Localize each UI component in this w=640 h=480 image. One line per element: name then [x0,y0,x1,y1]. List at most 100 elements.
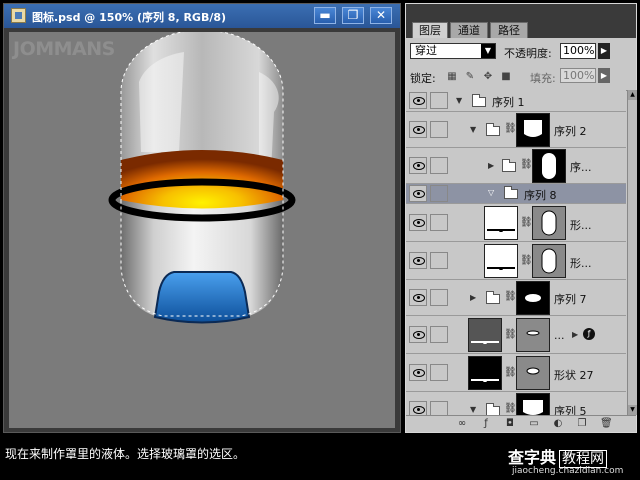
eye-icon[interactable] [409,157,427,174]
layer-row[interactable]: ▶ ⛓ 序... [406,148,626,184]
vector-mask-thumbnail[interactable] [516,356,550,390]
vector-mask-thumbnail[interactable] [516,318,550,352]
link-slot[interactable] [430,121,448,138]
vector-mask-thumbnail[interactable] [532,206,566,240]
layer-thumbnail[interactable] [484,244,518,278]
expand-triangle-icon[interactable]: ▼ [456,96,462,105]
link-slot[interactable] [430,364,448,381]
layer-row[interactable]: ⛓ 形... [406,242,626,280]
fill-arrow-icon[interactable]: ▶ [598,68,610,83]
chevron-down-icon[interactable]: ▼ [481,44,495,58]
canvas[interactable]: JOMMANS [9,32,395,428]
layer-name: 形... [570,219,592,232]
vector-mask-thumbnail[interactable] [532,244,566,278]
mask-thumbnail[interactable] [516,113,550,147]
opacity-input[interactable]: 100% [560,43,596,59]
expand-triangle-icon[interactable]: ▽ [488,188,494,197]
eye-icon[interactable] [409,326,427,343]
close-button[interactable]: ✕ [370,7,392,24]
eye-icon[interactable] [409,364,427,381]
link-slot[interactable] [430,252,448,269]
minimize-button[interactable]: ▬ [314,7,336,24]
layer-list[interactable]: ▼ 序列 1 ▼ ⛓ 序列 2 ▶ ⛓ 序... ▽ 序列 8 ⛓ 形... ⛓… [406,90,626,415]
new-group-icon[interactable]: ▭ [528,418,540,430]
layer-row[interactable]: ▼ ⛓ 序列 5 [406,392,626,415]
layer-name: 序... [570,161,592,174]
site-url: jiaocheng.chazidian.com [512,466,624,476]
eye-icon[interactable] [409,252,427,269]
lock-all-icon[interactable]: ■ [500,71,512,83]
layers-panel: 图层 通道 路径 穿过 ▼ 不透明度: 100% ▶ 锁定: ▦ ✎ ✥ ■ 填… [405,3,637,433]
visor [153,271,251,324]
adjustment-layer-icon[interactable]: ◐ [552,418,564,430]
collapse-triangle-icon[interactable]: ▶ [470,293,476,302]
folder-icon [486,403,500,415]
document-titlebar[interactable]: 图标.psd @ 150% (序列 8, RGB/8) ▬ ❐ ✕ [4,4,400,28]
layer-row-selected[interactable]: ▽ 序列 8 [406,184,626,204]
panel-tabs: 图层 通道 路径 [406,4,636,38]
add-style-icon[interactable]: ƒ [480,418,492,430]
link-slot[interactable] [430,157,448,174]
layer-thumbnail[interactable] [484,206,518,240]
layer-scrollbar[interactable]: ▲ ▼ [627,90,637,415]
lock-move-icon[interactable]: ✥ [482,71,494,83]
expand-triangle-icon[interactable]: ▼ [470,405,476,414]
opacity-arrow-icon[interactable]: ▶ [598,43,610,59]
effects-triangle-icon[interactable]: ▶ [572,330,578,339]
link-slot[interactable] [430,401,448,415]
link-slot[interactable] [430,214,448,231]
layer-options: 穿过 ▼ 不透明度: 100% ▶ 锁定: ▦ ✎ ✥ ■ 填充: 100% ▶ [406,38,636,91]
eye-icon[interactable] [409,289,427,306]
layer-name: 序列 2 [554,125,587,138]
layer-name: 序列 7 [554,293,587,306]
expand-triangle-icon[interactable]: ▼ [470,125,476,134]
opacity-label: 不透明度: [504,47,552,60]
layer-row[interactable]: ▶ ⛓ 序列 7 [406,280,626,316]
chain-icon: ⛓ [504,403,517,414]
eye-icon[interactable] [409,92,427,109]
folder-icon [486,291,500,304]
new-layer-icon[interactable]: ❐ [576,418,588,430]
eye-icon[interactable] [409,214,427,231]
layer-row[interactable]: ⛓ 形状 27 [406,354,626,392]
link-slot[interactable] [430,92,448,109]
mask-thumbnail[interactable] [516,281,550,315]
eye-icon[interactable] [409,185,427,202]
layer-thumbnail[interactable] [468,318,502,352]
link-slot[interactable] [430,289,448,306]
tab-paths[interactable]: 路径 [490,22,528,38]
scroll-down-icon[interactable]: ▼ [628,405,637,415]
layer-thumbnail[interactable] [468,356,502,390]
layer-name: 序列 1 [492,96,525,109]
fx-icon[interactable]: ƒ [583,328,595,340]
tab-channels[interactable]: 通道 [450,22,488,38]
mask-thumbnail[interactable] [532,149,566,183]
layer-row[interactable]: ▼ 序列 1 [406,90,626,112]
mask-thumbnail[interactable] [516,393,550,415]
chain-icon: ⛓ [504,291,517,302]
tab-layers[interactable]: 图层 [412,22,448,38]
site-logo: 查字典 教程网 [508,444,608,468]
fill-input[interactable]: 100% [560,68,596,83]
lock-transparency-icon[interactable]: ▦ [446,71,458,83]
scroll-up-icon[interactable]: ▲ [628,90,637,100]
trash-icon[interactable]: 🗑 [600,418,613,430]
fill-label: 填充: [530,72,556,85]
eye-icon[interactable] [409,401,427,415]
layer-row[interactable]: ⛓ ... ▶ ƒ [406,316,626,354]
document-title: 图标.psd @ 150% (序列 8, RGB/8) [32,11,227,24]
layer-name: 序列 5 [554,405,587,415]
layer-row[interactable]: ⛓ 形... [406,204,626,242]
lock-label: 锁定: [410,72,436,85]
lock-paint-icon[interactable]: ✎ [464,71,476,83]
link-slot[interactable] [430,326,448,343]
eye-icon[interactable] [409,121,427,138]
collapse-triangle-icon[interactable]: ▶ [488,161,494,170]
add-mask-icon[interactable]: ◘ [504,418,516,430]
link-layers-icon[interactable]: ∞ [456,418,468,430]
folder-icon [472,94,486,107]
blend-mode-select[interactable]: 穿过 ▼ [410,43,496,59]
link-slot[interactable] [430,185,448,202]
layer-row[interactable]: ▼ ⛓ 序列 2 [406,112,626,148]
restore-button[interactable]: ❐ [342,7,364,24]
